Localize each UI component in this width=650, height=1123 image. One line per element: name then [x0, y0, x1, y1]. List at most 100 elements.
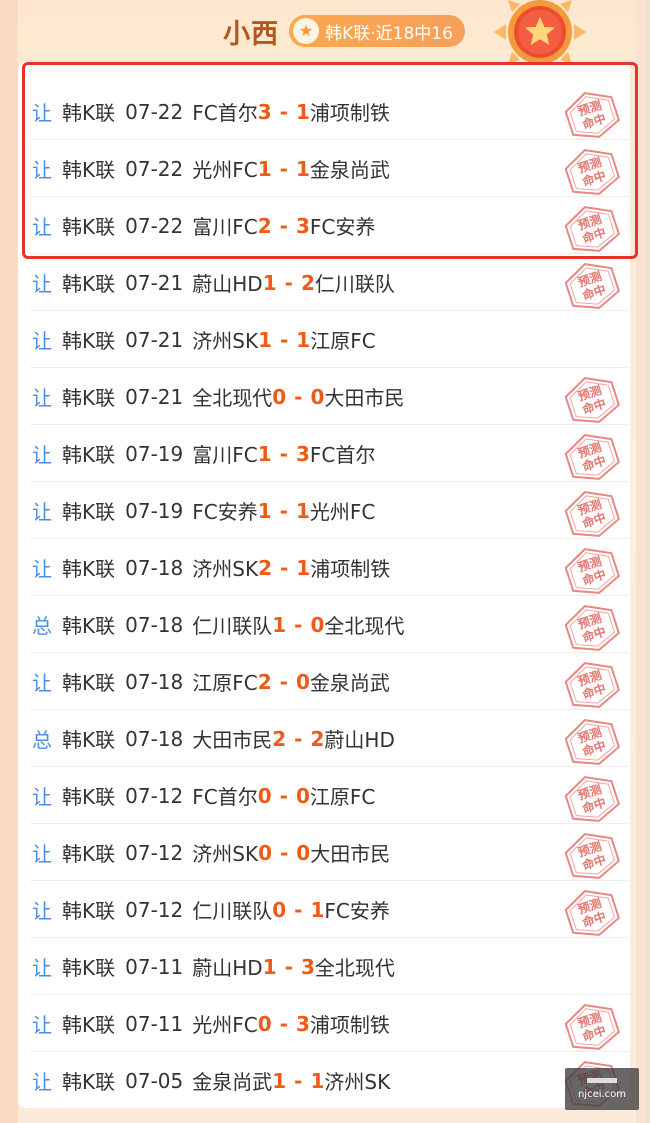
star-icon: ★ — [293, 18, 320, 44]
match-row[interactable]: 总韩K联 07-18 仁川联队 1-0 全北现代 预测 命中 — [18, 596, 630, 653]
match-type-label: 让 — [32, 272, 52, 296]
match-league: 韩K联 — [62, 557, 116, 581]
score-separator: - — [279, 327, 289, 352]
match-row[interactable]: 让韩K联 07-11 光州FC 0-3 浦项制铁 预测 命中 — [18, 995, 630, 1052]
match-row[interactable]: 让韩K联07-05金泉尚武1-1济州SK预测命中 — [18, 1052, 630, 1109]
match-league: 韩K联 — [62, 443, 116, 467]
home-score: 2 — [272, 726, 287, 751]
prediction-hit-stamp: 预测命中 — [564, 605, 620, 651]
score-separator: - — [279, 669, 288, 694]
record-badge[interactable]: ★ 韩K联·近18中16 — [289, 15, 465, 47]
match-league: 韩K联 — [62, 614, 116, 638]
away-score: 0 — [310, 612, 325, 637]
home-score: 0 — [272, 384, 287, 409]
prediction-hit-stamp: 预测命中 — [564, 776, 620, 822]
match-row[interactable]: 让韩K联 07-12 仁川联队 0-1 FC安养 预测 命中 — [18, 881, 630, 938]
away-score: 2 — [300, 270, 315, 295]
match-type-label: 总 — [32, 614, 52, 638]
match-row[interactable]: 让韩K联 07-11 蔚山HD 1-3 全北现代 — [18, 938, 630, 995]
home-team: 仁川联队 — [192, 899, 273, 923]
away-score: 3 — [295, 441, 310, 466]
match-league: 韩K联 — [62, 215, 116, 239]
match-row[interactable]: 让韩K联 07-22 FC首尔 3-1 浦项制铁 预测 命中 — [18, 83, 630, 140]
away-score: 1 — [310, 1068, 325, 1093]
match-row[interactable]: 让韩K联 07-19 FC安养 1-1 光州FC 预测 命中 — [18, 482, 630, 539]
home-score: 2 — [257, 213, 272, 238]
match-type-label: 让 — [32, 842, 52, 866]
score-separator: - — [294, 612, 303, 637]
match-row[interactable]: 让韩K联 07-12 FC首尔 0-0 江原FC 预测 命中 — [18, 767, 630, 824]
score-separator: - — [279, 441, 288, 466]
watermark: njcei.com — [565, 1068, 639, 1110]
score-separator: - — [284, 270, 293, 295]
match-league: 韩K联 — [62, 386, 116, 410]
away-score: 1 — [296, 327, 311, 352]
match-row[interactable]: 总韩K联 07-18 大田市民 2-2 蔚山HD 预测 命中 — [18, 710, 630, 767]
prediction-hit-stamp: 预测命中 — [564, 719, 620, 765]
match-row[interactable]: 让韩K联 07-21 蔚山HD 1-2 仁川联队 预测 命中 — [18, 254, 630, 311]
away-score: 3 — [295, 213, 310, 238]
home-team: FC首尔 — [192, 785, 258, 809]
away-score: 1 — [295, 156, 310, 181]
match-league: 韩K联 — [62, 671, 116, 695]
away-score: 3 — [295, 1011, 310, 1036]
match-date: 07-22 — [125, 213, 184, 238]
home-team: 富川FC — [192, 215, 258, 239]
home-team: 济州SK — [192, 557, 259, 581]
away-team: 全北现代 — [324, 614, 405, 638]
match-row[interactable]: 让韩K联 07-18 济州SK 2-1 浦项制铁 预测 命中 — [18, 539, 630, 596]
match-row[interactable]: 让韩K联 07-19 富川FC 1-3 FC首尔 预测 命中 — [18, 425, 630, 482]
match-type-label: 总 — [32, 728, 52, 752]
match-type-label: 让 — [32, 1013, 52, 1037]
match-league: 韩K联 — [62, 500, 116, 524]
match-date: 07-18 — [125, 555, 184, 580]
match-type-label: 让 — [32, 500, 52, 524]
match-league: 韩K联 — [62, 329, 116, 353]
home-score: 1 — [257, 441, 272, 466]
prediction-hit-stamp: 预测命中 — [564, 149, 620, 195]
match-type-label: 让 — [32, 899, 52, 923]
match-league: 韩K联 — [62, 785, 116, 809]
home-score: 1 — [262, 270, 277, 295]
home-score: 1 — [258, 327, 272, 352]
home-team: 光州FC — [192, 1013, 258, 1037]
match-row[interactable]: 让韩K联 07-22 光州FC 1-1 金泉尚武 预测 命中 — [18, 140, 630, 197]
away-team: FC安养 — [324, 899, 390, 923]
away-team: 大田市民 — [310, 842, 391, 866]
prediction-hit-stamp: 预测命中 — [564, 833, 620, 879]
match-row[interactable]: 让韩K联 07-18 江原FC 2-0 金泉尚武 预测 命中 — [18, 653, 630, 710]
score-separator: - — [279, 156, 288, 181]
match-type-label: 让 — [32, 1070, 52, 1094]
match-date: 07-05 — [125, 1068, 184, 1093]
away-score: 0 — [295, 783, 310, 808]
home-score: 0 — [257, 1011, 272, 1036]
home-score: 3 — [257, 99, 272, 124]
match-date: 07-12 — [125, 783, 184, 808]
match-league: 韩K联 — [62, 272, 116, 296]
home-score: 1 — [272, 612, 287, 637]
home-team: 蔚山HD — [192, 956, 263, 980]
match-type-label: 让 — [32, 386, 52, 410]
match-date: 07-12 — [125, 897, 184, 922]
home-team: 金泉尚武 — [192, 1070, 273, 1094]
score-separator: - — [279, 840, 289, 865]
match-type-label: 让 — [32, 329, 52, 353]
match-league: 韩K联 — [62, 1070, 116, 1094]
match-row[interactable]: 让韩K联 07-21 全北现代 0-0 大田市民 预测 命中 — [18, 368, 630, 425]
home-team: 江原FC — [192, 671, 258, 695]
match-type-label: 让 — [32, 671, 52, 695]
score-separator: - — [279, 99, 288, 124]
background-right-strip — [636, 0, 650, 1123]
prediction-hit-stamp: 预测命中 — [564, 92, 620, 138]
match-row[interactable]: 让韩K联 07-22 富川FC 2-3 FC安养 预测 命中 — [18, 197, 630, 254]
home-team: FC首尔 — [192, 101, 258, 125]
expert-name: 小西 — [223, 18, 280, 50]
home-score: 1 — [257, 156, 272, 181]
away-team: FC安养 — [309, 215, 376, 239]
match-row[interactable]: 让韩K联 07-12 济州SK 0-0 大田市民 预测 命中 — [18, 824, 630, 881]
prediction-hit-stamp: 预测命中 — [564, 263, 620, 309]
home-team: 仁川联队 — [192, 614, 273, 638]
match-row[interactable]: 让韩K联 07-21 济州SK 1-1 江原FC — [18, 311, 630, 368]
home-team: 全北现代 — [192, 386, 273, 410]
match-date: 07-22 — [125, 156, 184, 181]
